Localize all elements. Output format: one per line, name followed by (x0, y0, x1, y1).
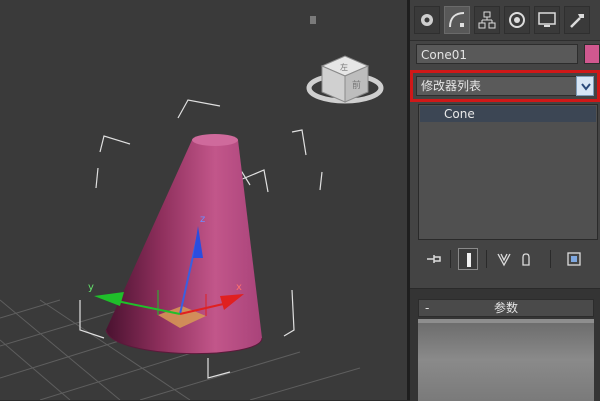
motion-icon (509, 12, 525, 28)
hierarchy-tab[interactable] (474, 6, 500, 34)
display-icon (538, 12, 556, 27)
modify-icon (449, 12, 465, 28)
remove-modifier-icon (522, 253, 530, 266)
object-color-swatch[interactable] (584, 44, 600, 64)
modifier-list-value: 修改器列表 (421, 79, 482, 93)
parameters-area: - 参数 (410, 288, 600, 401)
stack-toolbar (410, 246, 600, 274)
viewcube[interactable]: 左 前 (306, 55, 384, 104)
utilities-icon (570, 14, 584, 28)
stack-item-cone[interactable]: Cone (420, 106, 596, 122)
perspective-viewport[interactable]: z x y 左 前 (0, 0, 407, 400)
configure-icon (567, 252, 581, 266)
show-end-result-button[interactable] (458, 248, 478, 270)
modifier-stack[interactable]: Cone (418, 104, 598, 240)
chevron-down-icon (581, 83, 591, 91)
parameters-rollout-body (418, 319, 594, 401)
object-name-field[interactable]: Cone01 (416, 44, 578, 64)
utilities-tab[interactable] (564, 6, 590, 34)
gizmo-x-label: x (236, 282, 242, 293)
make-unique-icon (497, 253, 511, 267)
home-icon (310, 16, 316, 24)
command-panel-tabs (410, 0, 600, 41)
viewport-scene: z x y 左 前 (0, 16, 384, 400)
modifier-list-dropdown[interactable]: 修改器列表 (416, 76, 594, 96)
modify-tab[interactable] (444, 6, 470, 34)
gizmo-z-label: z (200, 214, 205, 225)
remove-modifier-button[interactable] (516, 248, 536, 270)
end-result-icon (467, 253, 471, 267)
command-panel: Cone01 修改器列表 Cone - 参数 (410, 0, 600, 401)
viewcube-front-label: 前 (352, 79, 361, 91)
display-tab[interactable] (534, 6, 560, 34)
dropdown-arrow-button[interactable] (576, 76, 594, 96)
hierarchy-icon (478, 11, 496, 29)
create-icon (421, 14, 433, 26)
configure-modifier-sets-button[interactable] (564, 248, 584, 270)
motion-tab[interactable] (504, 6, 530, 34)
viewcube-top-label: 左 (340, 62, 348, 72)
modifier-list-highlight: 修改器列表 (410, 70, 600, 102)
pin-icon (427, 255, 441, 263)
make-unique-button[interactable] (494, 248, 514, 270)
parameters-rollout-header[interactable]: - 参数 (418, 299, 594, 317)
create-tab[interactable] (414, 6, 440, 34)
gizmo-y-label: y (88, 282, 94, 293)
pin-stack-button[interactable] (424, 248, 444, 270)
parameters-rollout-title: 参数 (493, 301, 518, 315)
